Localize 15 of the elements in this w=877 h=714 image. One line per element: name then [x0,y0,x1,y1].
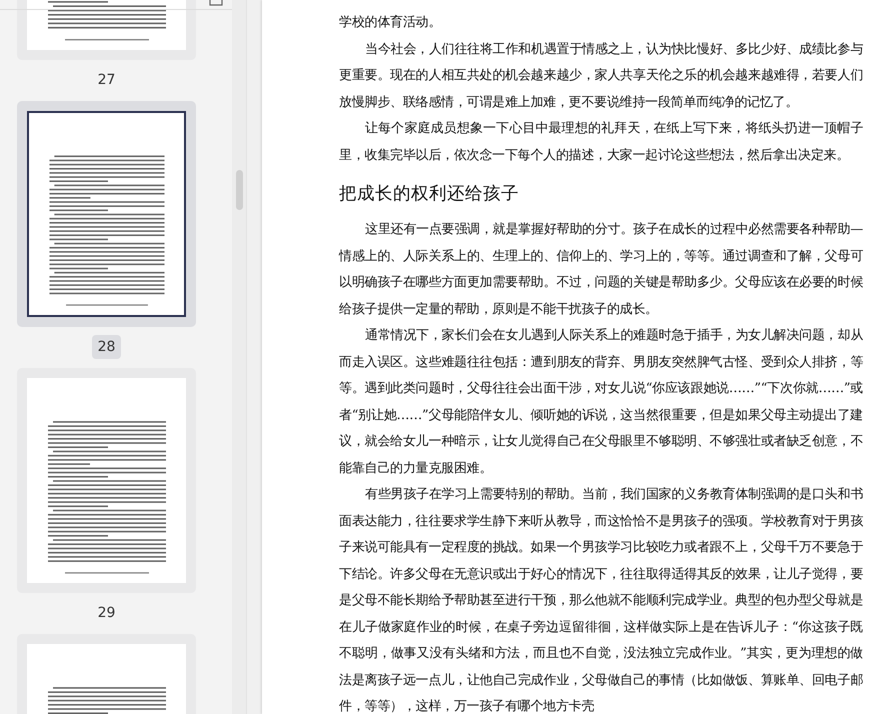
body-paragraph: 学校的体育活动。 [339,14,442,32]
page-number: 28 [92,335,122,359]
page-number: 29 [96,604,116,623]
body-paragraph: 有些男孩子在学习上需要特别的帮助。当前，我们国家的义务教育体制强调的是口头和书面表达能力，往往要求学生静下来听从教导，而这恰恰不是男孩子的强项。学校教育对于男孩子来说可能具有一定程度的挑战。如果一个男孩学习比较吃力或者跟不上，父母千万不要急于下结论。许多父母在无意识或出于好心的情况下，往往取得适得其反的效果，让儿子觉得，要是父母不能长期给予帮助甚至进行干预，那么他就不能顺利完成学业。典型的包办型父母就是在儿子做家庭作业的时候，在桌子旁边逗留徘徊，这样做实际上是在告诉儿子：“你这孩子既不聪明，做事又没有头绪和方法，而且也不自觉，没法独立完成作业。”其实，更为理想的做法是离孩子远一点儿，让他自己完成作业，父母做自己的事情（比如做饭、算账单、回电子邮件，等等），这样，万一孩子有哪个地方卡壳 [339,486,863,714]
page-thumbnail[interactable] [17,0,196,60]
body-paragraph: 通常情况下，家长们会在女儿遇到人际关系上的难题时急于插手，为女儿解决问题，却从而走入误区。这些难题往往包括：遭到朋友的背弃、男朋友突然脾气古怪、受到众人排挤，等等。遇到此类问题时，父母往往会出面干涉，对女儿说“你应该跟她说……”“下次你就……”或者“别让她……”父母能陪伴女儿、倾听她的诉说，这当然很重要，但是如果父母主动提出了建议，就会给女儿一种暗示，让女儿觉得自己在父母眼里不够聪明、不够强壮或者缺乏创意，不能靠自己的力量克服困难。 [339,327,863,478]
page-thumbnail[interactable] [17,368,196,593]
body-paragraph: 当今社会，人们往往将工作和机遇置于情感之上，认为快比慢好、多比少好、成绩比参与更重要。现在的人相互共处的机会越来越少，家人共享天伦之乐的机会越来越难得，若要人们放慢脚步、联络感情，可谓是难上加难，更不要说维持一段简单而纯净的记忆了。 [339,40,863,112]
scrollbar-thumb[interactable] [236,170,243,210]
panel-icon[interactable] [209,0,223,6]
body-paragraph: 让每个家庭成员想象一下心目中最理想的礼拜天，在纸上写下来，将纸头扔进一顶帽子里，收集完毕以后，依次念一下每个人的描述，大家一起讨论这些想法，然后拿出决定来。 [339,120,863,164]
section-heading: 把成长的权利还给孩子 [339,183,520,206]
body-paragraph: 这里还有一点要强调，就是掌握好帮助的分寸。孩子在成长的过程中必然需要各种帮助— 情感上的、人际关系上的、生理上的、信仰上的、学习上的，等等。通过调查和了解，父母可以明确孩子在哪些方面更加需要帮助。不过，问题的关键是帮助多少。父母应该在必要的时候给孩子提供一定量的帮助，原则是不能干扰孩子的成长。 [339,221,863,318]
page-number: 27 [96,71,116,90]
page-thumbnail[interactable] [17,101,196,327]
